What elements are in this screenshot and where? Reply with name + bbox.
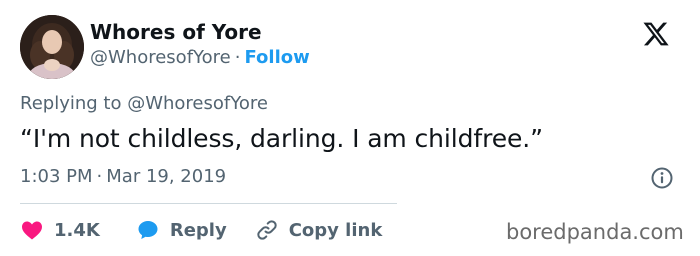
divider — [20, 203, 397, 204]
avatar-portrait — [20, 15, 84, 79]
reply-button[interactable]: Reply — [136, 218, 227, 242]
speech-bubble-icon — [138, 221, 158, 239]
follow-button[interactable]: Follow — [244, 47, 309, 68]
tweet-date: Mar 19, 2019 — [106, 166, 227, 187]
link-icon — [257, 220, 277, 240]
avatar[interactable] — [20, 15, 84, 79]
timestamp-separator: · — [96, 166, 103, 187]
handle-separator: · — [234, 47, 241, 68]
watermark: boredpanda.com — [506, 220, 684, 244]
x-logo-icon[interactable] — [642, 20, 670, 48]
reply-label: Reply — [169, 219, 227, 241]
tweet-text: “I'm not childless, darling. I am childf… — [20, 124, 543, 153]
copy-link-button[interactable]: Copy link — [255, 218, 383, 242]
reply-context: Replying to @WhoresofYore — [20, 93, 268, 114]
handle-row: @WhoresofYore · Follow — [90, 47, 310, 68]
like-button[interactable]: 1.4K — [20, 218, 100, 242]
handle[interactable]: @WhoresofYore — [90, 47, 231, 68]
timestamp[interactable]: 1:03 PM · Mar 19, 2019 — [20, 166, 226, 187]
copy-link-label: Copy link — [288, 219, 383, 241]
tweet-time: 1:03 PM — [20, 166, 93, 187]
heart-icon — [22, 221, 42, 240]
like-count: 1.4K — [54, 219, 100, 241]
action-bar: 1.4K Reply Copy link — [20, 215, 382, 245]
display-name[interactable]: Whores of Yore — [90, 20, 262, 44]
info-icon[interactable] — [650, 166, 674, 190]
